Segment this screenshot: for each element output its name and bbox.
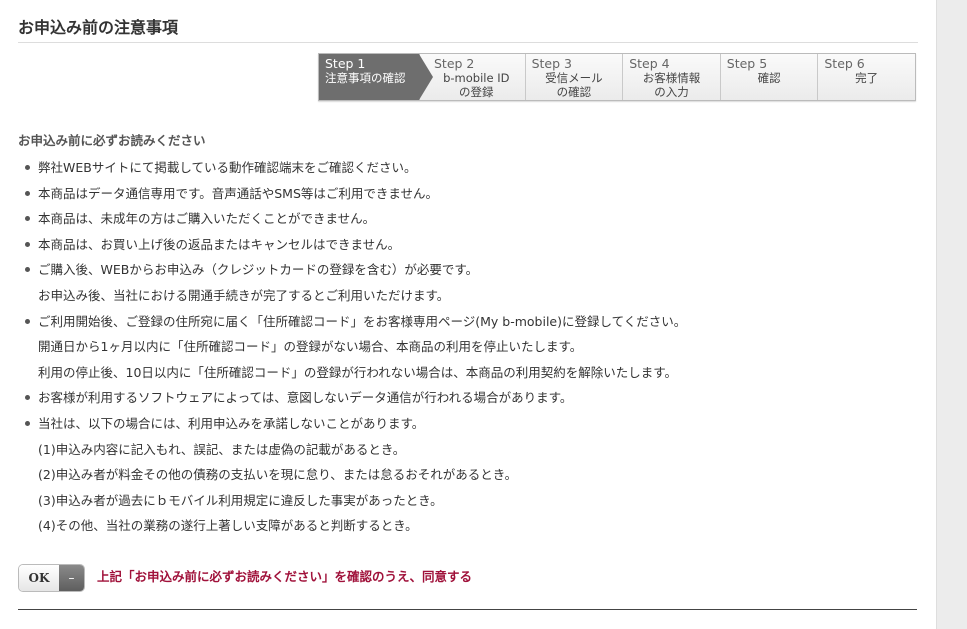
- bottom-divider: [18, 609, 917, 610]
- step-label: Step 6: [824, 56, 865, 71]
- step-2: Step 2 b-mobile ID の登録: [419, 54, 525, 100]
- step-label: Step 3: [531, 56, 572, 71]
- notice-item: 弊社WEBサイトにて掲載している動作確認端末をご確認ください。: [18, 155, 918, 181]
- step-description: 受信メール の確認: [545, 71, 603, 99]
- step-description: お客様情報 の入力: [642, 71, 701, 99]
- agree-toggle-knob[interactable]: –: [59, 565, 84, 591]
- notice-item: 開通日から1ヶ月以内に「住所確認コード」の登録がない場合、本商品の利用を停止いた…: [38, 339, 583, 355]
- notice-item: 当社は、以下の場合には、利用申込みを承諾しないことがあります。: [18, 411, 918, 437]
- notice-heading: お申込み前に必ずお読みください: [18, 133, 206, 148]
- agree-text: 上記「お申込み前に必ずお読みください」を確認のうえ、同意する: [97, 569, 473, 584]
- step-description: 完了: [855, 71, 879, 85]
- notice-item: お客様が利用するソフトウェアによっては、意図しないデータ通信が行われる場合があり…: [18, 385, 918, 411]
- step-description: b-mobile ID の登録: [443, 71, 510, 99]
- step-label: Step 5: [726, 56, 768, 71]
- agree-toggle-label: OK: [19, 565, 59, 591]
- step-label: Step 4: [629, 56, 670, 71]
- step-progress-bar: Step 1 注意事項の確認 Step 2 b-mobile ID の登録 Step 3…: [318, 53, 916, 101]
- notice-item: お申込み後、当社における開通手続きが完了するとご利用いただけます。: [38, 287, 450, 303]
- notice-list: 弊社WEBサイトにて掲載している動作確認端末をご確認ください。 本商品はデータ通信…: [18, 155, 918, 539]
- notice-item: ご購入後、WEBからお申込み（クレジットカードの登録を含む）が必要です。: [18, 257, 918, 283]
- notice-item: (1)申込み内容に記入もれ、誤記、または虚偽の記載があるとき。: [38, 441, 406, 457]
- agree-toggle[interactable]: OK –: [18, 564, 85, 592]
- step-1: Step 1 注意事項の確認: [319, 54, 433, 100]
- main-content: お申込み前の注意事項 Step 1 注意事項の確認 Step 2 b-mobile I…: [0, 0, 936, 629]
- notice-item: ご利用開始後、ご登録の住所宛に届く「住所確認コード」をお客様専用ページ(My b…: [18, 309, 918, 335]
- step-description: 注意事項の確認: [325, 71, 406, 85]
- notice-item: 本商品は、お買い上げ後の返品またはキャンセルはできません。: [18, 232, 918, 258]
- notice-item: 本商品は、未成年の方はご購入いただくことができません。: [18, 206, 918, 232]
- notice-item: (2)申込み者が料金その他の債務の支払いを現に怠り、または怠るおそれがあるとき。: [38, 467, 518, 483]
- step-description: 確認: [757, 71, 781, 85]
- page-title: お申込み前の注意事項: [18, 18, 179, 37]
- notice-item: 本商品はデータ通信専用です。音声通話やSMS等はご利用できません。: [18, 181, 918, 207]
- step-3: Step 3 受信メール の確認: [524, 54, 623, 100]
- step-5: Step 5 確認: [719, 54, 818, 100]
- title-divider: [18, 42, 918, 43]
- step-label: Step 1: [325, 56, 366, 71]
- notice-item: (4)その他、当社の業務の遂行上著しい支障があると判断するとき。: [38, 518, 418, 534]
- notice-item: (3)申込み者が過去にｂモバイル利用規定に違反した事実があったとき。: [38, 492, 443, 508]
- step-6: Step 6 完了: [817, 54, 915, 100]
- notice-item: 利用の停止後、10日以内に「住所確認コード」の登録が行われない場合は、本商品の利…: [38, 364, 678, 380]
- step-label: Step 2: [434, 56, 475, 71]
- scrollbar-track[interactable]: [936, 0, 967, 629]
- step-4: Step 4 お客様情報 の入力: [622, 54, 720, 100]
